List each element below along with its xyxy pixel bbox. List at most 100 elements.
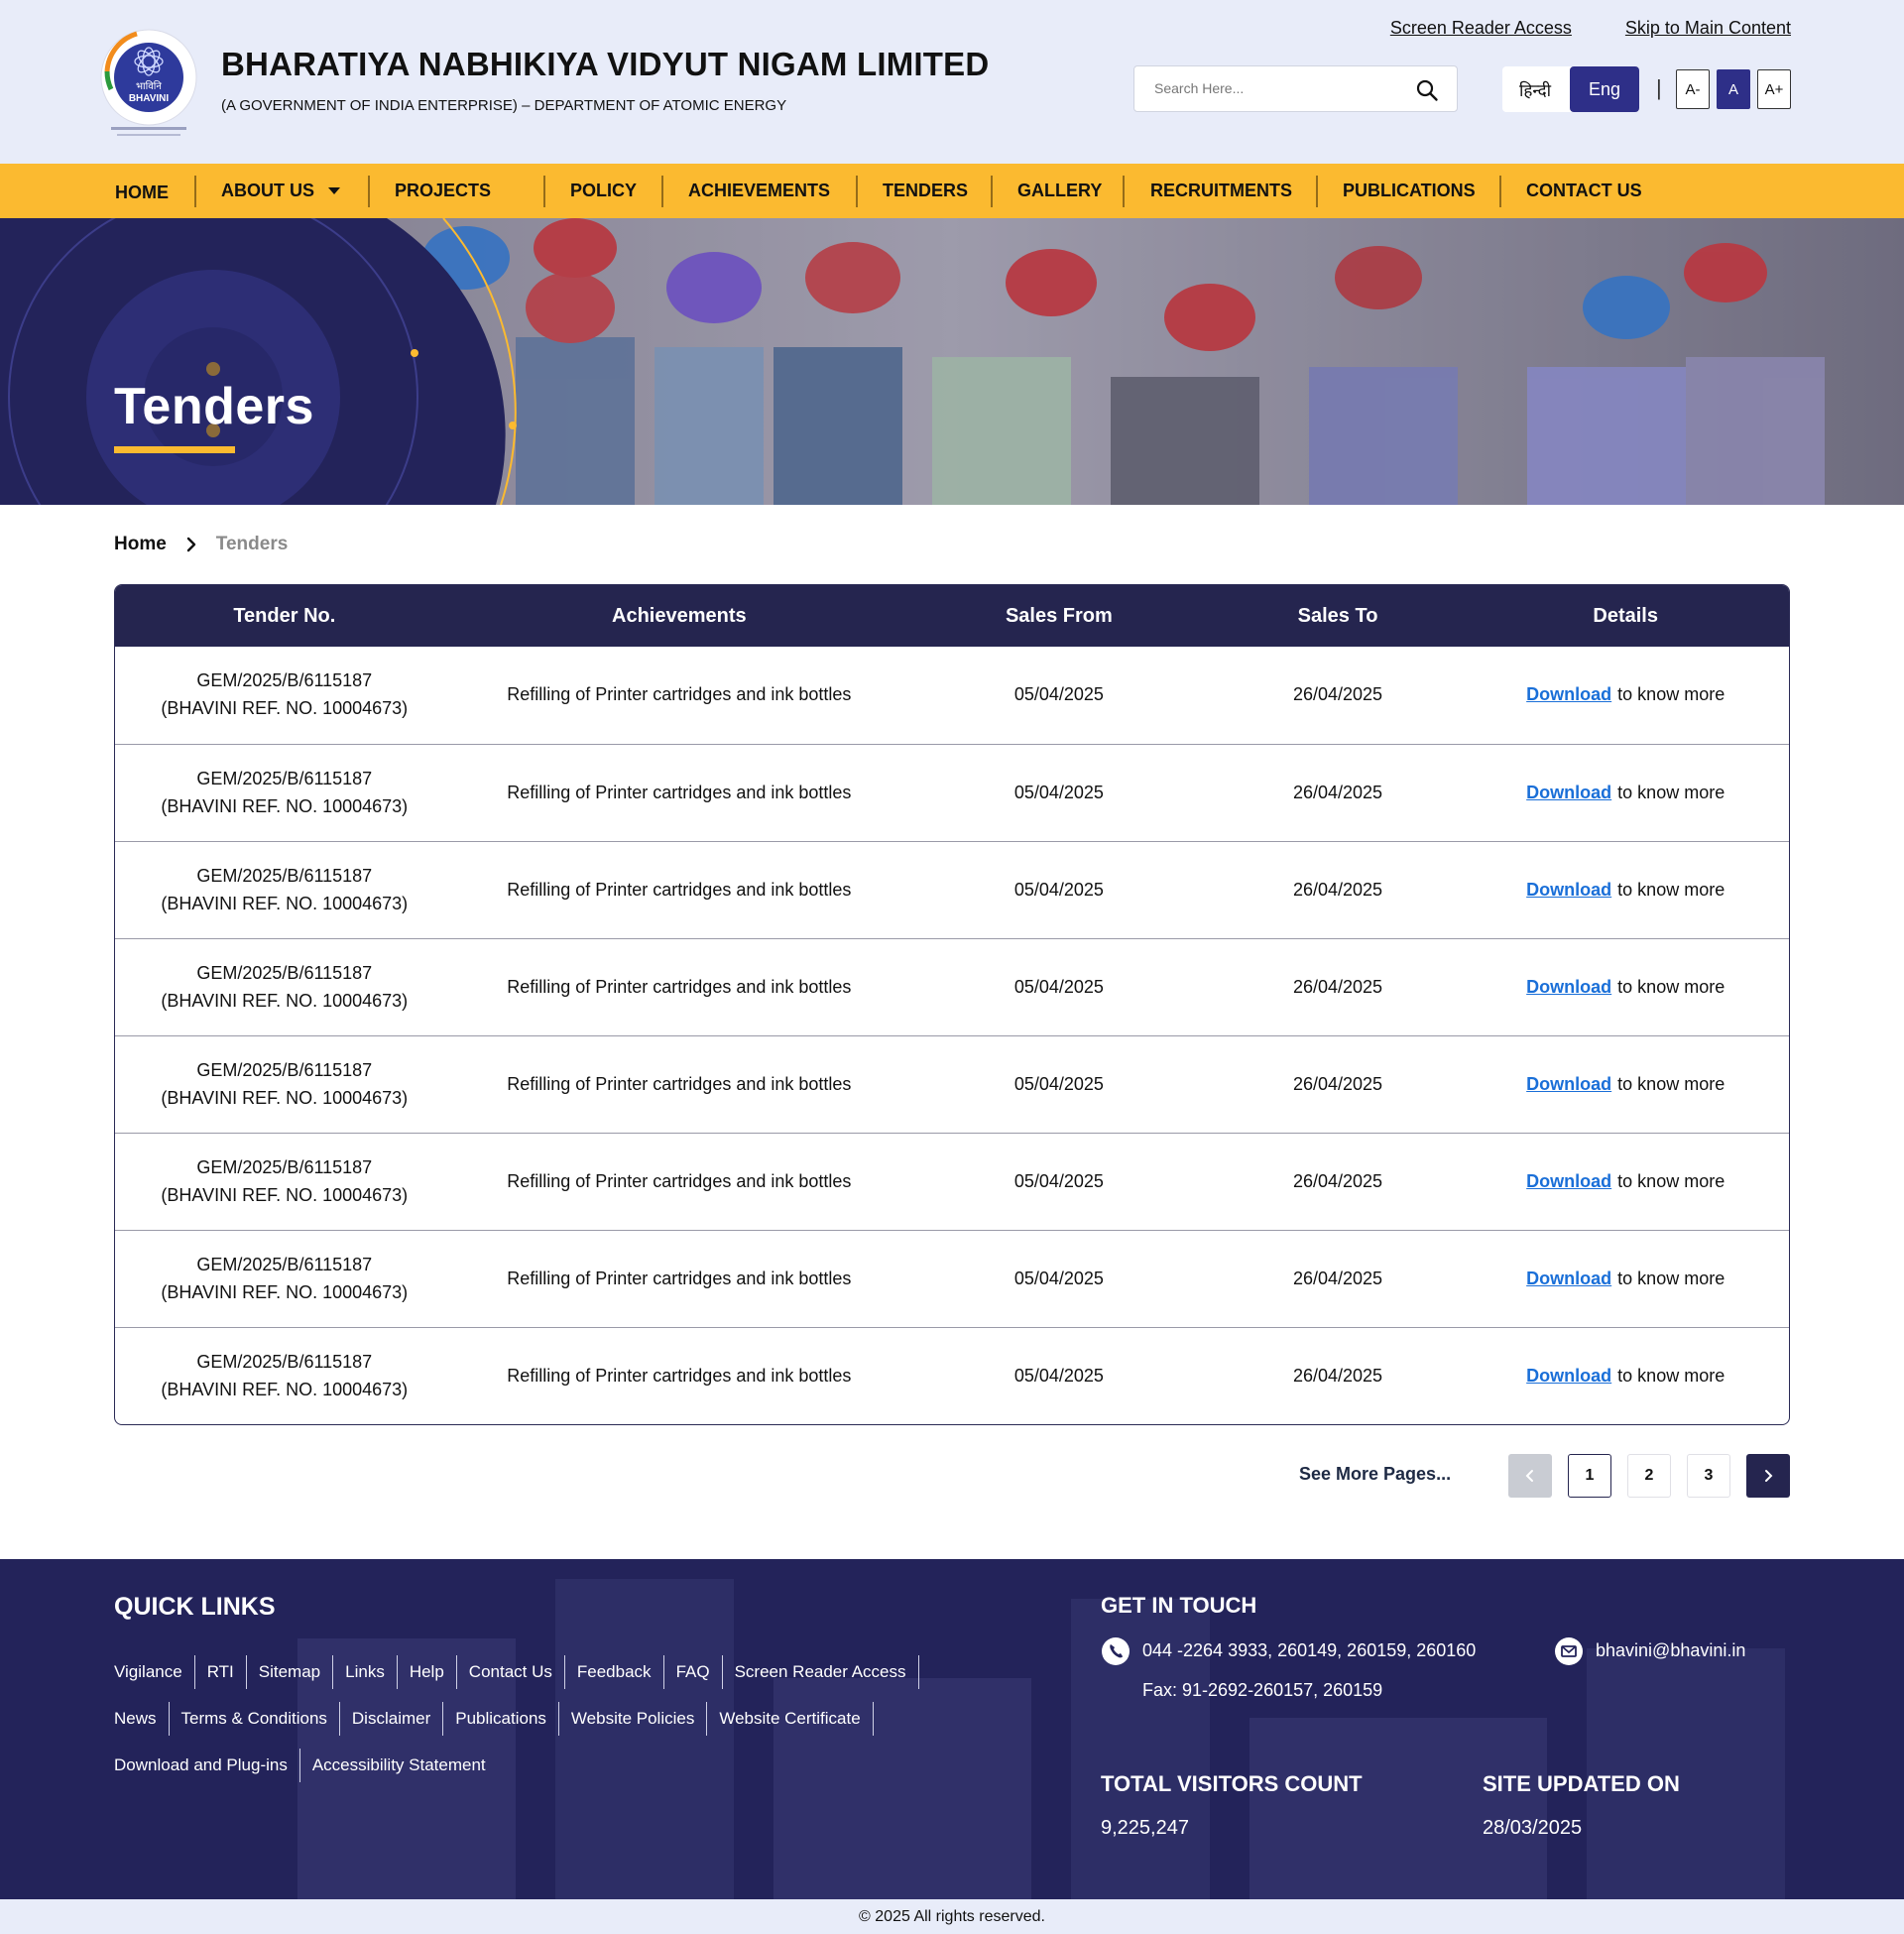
organization-name: BHARATIYA NABHIKIYA VIDYUT NIGAM LIMITED bbox=[221, 46, 990, 82]
column-header-sales-from: Sales From bbox=[1005, 604, 1113, 627]
quick-link[interactable]: FAQ bbox=[664, 1655, 723, 1689]
download-suffix: to know more bbox=[1617, 684, 1726, 705]
quick-link[interactable]: Download and Plug-ins bbox=[114, 1749, 300, 1782]
phone-icon bbox=[1102, 1637, 1130, 1665]
quick-link[interactable]: Accessibility Statement bbox=[300, 1749, 498, 1782]
quick-link[interactable]: Vigilance bbox=[114, 1655, 195, 1689]
pagination-prev-button[interactable] bbox=[1508, 1454, 1552, 1498]
page-banner: Tenders bbox=[0, 218, 1904, 505]
quick-link[interactable]: Website Policies bbox=[559, 1702, 708, 1736]
download-link[interactable]: Download bbox=[1526, 877, 1611, 905]
download-link[interactable]: Download bbox=[1526, 1168, 1611, 1196]
nav-item-about-us[interactable]: ABOUT US bbox=[221, 164, 340, 218]
download-suffix: to know more bbox=[1617, 1073, 1726, 1094]
quick-link[interactable]: News bbox=[114, 1702, 170, 1736]
pagination-next-button[interactable] bbox=[1746, 1454, 1790, 1498]
download-link[interactable]: Download bbox=[1526, 681, 1611, 709]
tender-reference: (BHAVINI REF. NO. 10004673) bbox=[161, 795, 409, 816]
pagination-page-2[interactable]: 2 bbox=[1627, 1454, 1671, 1498]
contact-fax: Fax: 91-2692-260157, 260159 bbox=[1142, 1680, 1383, 1700]
nav-separator bbox=[856, 176, 858, 207]
nav-separator bbox=[661, 176, 663, 207]
copyright-text: © 2025 All rights reserved. bbox=[0, 1899, 1904, 1934]
download-link[interactable]: Download bbox=[1526, 1363, 1611, 1390]
nav-separator bbox=[194, 176, 196, 207]
nav-item-achievements[interactable]: ACHIEVEMENTS bbox=[688, 164, 830, 218]
download-suffix: to know more bbox=[1617, 879, 1726, 900]
bhavini-logo[interactable]: भाविनि BHAVINI bbox=[97, 20, 200, 145]
column-header-sales-to: Sales To bbox=[1297, 604, 1378, 627]
nav-item-publications[interactable]: PUBLICATIONS bbox=[1343, 164, 1476, 218]
toolbar-divider: | bbox=[1656, 75, 1662, 100]
banner-title: Tenders bbox=[114, 378, 314, 435]
nav-item-tenders[interactable]: TENDERS bbox=[883, 164, 968, 218]
download-suffix: to know more bbox=[1617, 1365, 1726, 1386]
nav-separator bbox=[1316, 176, 1318, 207]
mail-icon bbox=[1555, 1637, 1583, 1665]
skip-to-main-content-link[interactable]: Skip to Main Content bbox=[1625, 18, 1791, 39]
cell-achievement: Refilling of Printer cartridges and ink … bbox=[507, 1365, 852, 1386]
table-row: GEM/2025/B/6115187 (BHAVINI REF. NO. 1000… bbox=[115, 1327, 1789, 1424]
download-link[interactable]: Download bbox=[1526, 974, 1611, 1002]
download-suffix: to know more bbox=[1617, 1268, 1726, 1288]
pagination-page-3[interactable]: 3 bbox=[1687, 1454, 1730, 1498]
nav-item-recruitments[interactable]: RECRUITMENTS bbox=[1150, 164, 1292, 218]
breadcrumb-home-link[interactable]: Home bbox=[114, 534, 167, 555]
quick-link[interactable]: Publications bbox=[443, 1702, 559, 1736]
cell-sales-to: 26/04/2025 bbox=[1292, 1268, 1383, 1288]
nav-separator bbox=[1499, 176, 1501, 207]
cell-achievement: Refilling of Printer cartridges and ink … bbox=[507, 1268, 852, 1288]
search-input[interactable] bbox=[1154, 80, 1402, 96]
quick-link[interactable]: Help bbox=[398, 1655, 457, 1689]
quick-link[interactable]: Screen Reader Access bbox=[723, 1655, 919, 1689]
tender-number: GEM/2025/B/6115187 bbox=[196, 1351, 373, 1372]
font-size-increase-button[interactable]: A+ bbox=[1757, 69, 1791, 109]
tender-number: GEM/2025/B/6115187 bbox=[196, 670, 373, 691]
organization-subtitle: (A GOVERNMENT OF INDIA ENTERPRISE) – DEP… bbox=[221, 97, 787, 114]
cell-sales-to: 26/04/2025 bbox=[1292, 1365, 1383, 1386]
search-icon[interactable] bbox=[1415, 78, 1439, 102]
nav-item-policy[interactable]: POLICY bbox=[570, 164, 637, 218]
screen-reader-access-link[interactable]: Screen Reader Access bbox=[1390, 18, 1572, 39]
nav-item-projects[interactable]: PROJECTS bbox=[395, 164, 491, 218]
pagination-page-1[interactable]: 1 bbox=[1568, 1454, 1611, 1498]
nav-item-contact-us[interactable]: CONTACT US bbox=[1526, 164, 1642, 218]
tender-reference: (BHAVINI REF. NO. 10004673) bbox=[161, 1087, 409, 1108]
download-link[interactable]: Download bbox=[1526, 1071, 1611, 1099]
tenders-table: Tender No. Achievements Sales From Sales… bbox=[114, 584, 1790, 1425]
language-english-button[interactable]: Eng bbox=[1570, 66, 1639, 112]
quick-link[interactable]: Feedback bbox=[565, 1655, 664, 1689]
cell-sales-from: 05/04/2025 bbox=[1013, 879, 1104, 900]
cell-achievement: Refilling of Printer cartridges and ink … bbox=[507, 879, 852, 900]
tender-number: GEM/2025/B/6115187 bbox=[196, 1059, 373, 1080]
cell-achievement: Refilling of Printer cartridges and ink … bbox=[507, 1073, 852, 1094]
site-updated-label: SITE UPDATED ON bbox=[1483, 1771, 1680, 1796]
contact-email-link[interactable]: bhavini@bhavini.in bbox=[1596, 1640, 1745, 1661]
quick-link[interactable]: Terms & Conditions bbox=[170, 1702, 340, 1736]
language-hindi-button[interactable]: हिन्दी bbox=[1502, 66, 1568, 112]
cell-details: Download to know more bbox=[1462, 1036, 1789, 1133]
quick-link[interactable]: Website Certificate bbox=[707, 1702, 874, 1736]
table-row: GEM/2025/B/6115187 (BHAVINI REF. NO. 1000… bbox=[115, 1035, 1789, 1133]
download-link[interactable]: Download bbox=[1526, 1266, 1611, 1293]
svg-text:भाविनि: भाविनि bbox=[136, 80, 162, 92]
quick-link[interactable]: Sitemap bbox=[247, 1655, 334, 1689]
quick-link[interactable]: Links bbox=[333, 1655, 398, 1689]
nav-separator bbox=[1123, 176, 1125, 207]
download-suffix: to know more bbox=[1617, 782, 1726, 802]
tender-reference: (BHAVINI REF. NO. 10004673) bbox=[161, 990, 409, 1011]
quick-link[interactable]: Contact Us bbox=[457, 1655, 565, 1689]
font-size-normal-button[interactable]: A bbox=[1717, 69, 1750, 109]
quick-link[interactable]: Disclaimer bbox=[340, 1702, 444, 1736]
quick-link[interactable]: RTI bbox=[195, 1655, 247, 1689]
table-row: GEM/2025/B/6115187 (BHAVINI REF. NO. 1000… bbox=[115, 938, 1789, 1035]
download-link[interactable]: Download bbox=[1526, 780, 1611, 807]
font-size-decrease-button[interactable]: A- bbox=[1676, 69, 1710, 109]
nav-item-gallery[interactable]: GALLERY bbox=[1017, 164, 1102, 218]
nav-item-home[interactable]: HOME bbox=[115, 166, 169, 220]
tender-number: GEM/2025/B/6115187 bbox=[196, 962, 373, 983]
cell-sales-from: 05/04/2025 bbox=[1013, 1268, 1104, 1288]
chevron-right-icon bbox=[1765, 1470, 1773, 1482]
main-navigation: HOME ABOUT US PROJECTS POLICY ACHIEVEMEN… bbox=[0, 164, 1904, 218]
cell-sales-to: 26/04/2025 bbox=[1292, 1170, 1383, 1191]
